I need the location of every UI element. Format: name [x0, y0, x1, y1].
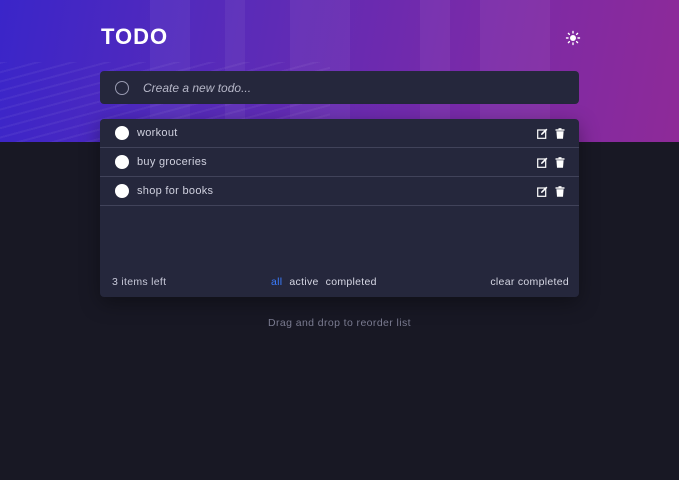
- filter-group: all active completed: [271, 276, 377, 288]
- trash-icon[interactable]: [555, 186, 565, 197]
- list-item[interactable]: buy groceries: [100, 148, 579, 177]
- todo-label: shop for books: [137, 185, 214, 197]
- reorder-hint: Drag and drop to reorder list: [268, 317, 411, 329]
- filter-completed[interactable]: completed: [326, 276, 377, 288]
- new-todo-input[interactable]: [143, 80, 543, 95]
- todo-checkbox[interactable]: [115, 184, 129, 198]
- theme-toggle-button[interactable]: [565, 30, 581, 46]
- page-title: TODO: [101, 24, 169, 49]
- edit-icon[interactable]: [537, 128, 548, 139]
- todo-list: workout buy groceries shop for books 3 i…: [100, 119, 579, 297]
- filter-active[interactable]: active: [289, 276, 318, 288]
- clear-completed-button[interactable]: clear completed: [490, 276, 569, 288]
- items-left-count: 3 items left: [112, 276, 167, 288]
- todo-label: buy groceries: [137, 156, 207, 168]
- sun-icon: [565, 30, 581, 46]
- todo-checkbox[interactable]: [115, 155, 129, 169]
- list-item[interactable]: shop for books: [100, 177, 579, 206]
- list-footer: 3 items left all active completed clear …: [100, 267, 579, 297]
- edit-icon[interactable]: [537, 186, 548, 197]
- edit-icon[interactable]: [537, 157, 548, 168]
- new-todo-checkbox[interactable]: [115, 80, 129, 95]
- trash-icon[interactable]: [555, 128, 565, 139]
- trash-icon[interactable]: [555, 157, 565, 168]
- list-item[interactable]: workout: [100, 119, 579, 148]
- filter-all[interactable]: all: [271, 276, 282, 288]
- new-todo-bar: [100, 71, 579, 104]
- todo-checkbox[interactable]: [115, 126, 129, 140]
- todo-label: workout: [137, 127, 178, 139]
